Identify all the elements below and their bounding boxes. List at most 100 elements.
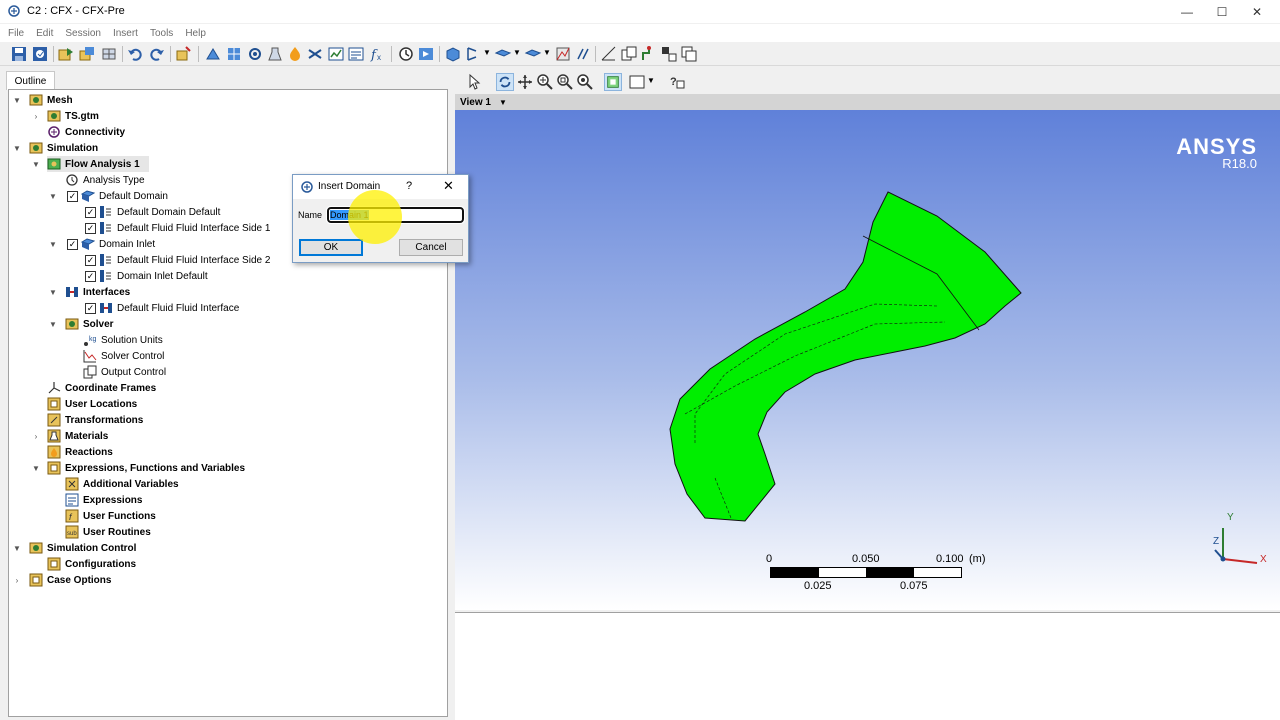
redo-icon[interactable] xyxy=(148,45,166,63)
expand-arrow-interfaces[interactable]: ▼ xyxy=(49,284,57,300)
dialog-help-button[interactable]: ? xyxy=(406,180,412,192)
isosurface-icon[interactable] xyxy=(554,45,572,63)
tree-item-output-control[interactable]: Output Control xyxy=(83,364,166,380)
tree-item-transformations[interactable]: Transformations xyxy=(47,412,143,428)
reload-mesh-icon[interactable] xyxy=(78,45,96,63)
zoom-fit-icon[interactable] xyxy=(576,73,594,91)
domain-inlet-default-checkbox[interactable]: ✓ xyxy=(85,270,96,282)
solver-control-icon[interactable] xyxy=(327,45,345,63)
tree-item-reactions[interactable]: Reactions xyxy=(47,444,113,460)
tree-item-solver[interactable]: Solver xyxy=(65,316,114,332)
transform-icon[interactable] xyxy=(640,45,658,63)
location-icon[interactable] xyxy=(444,45,462,63)
menu-tools[interactable]: Tools xyxy=(144,28,179,39)
object-dropdown-icon[interactable]: ▼ xyxy=(543,48,551,57)
3d-viewport[interactable]: View 1 ▼ ANSYS R18.0 0 0.050 0.100 (m) 0… xyxy=(455,94,1280,610)
object-icon[interactable] xyxy=(524,45,542,63)
tree-item-solver-control[interactable]: Solver Control xyxy=(83,348,164,364)
expand-arrow-flow-analysis[interactable]: ▼ xyxy=(32,156,40,172)
initialization-icon[interactable] xyxy=(286,45,304,63)
view-layout-icon[interactable] xyxy=(628,73,646,91)
tree-item-connectivity[interactable]: Connectivity xyxy=(47,124,125,140)
mesh-adaption-icon[interactable] xyxy=(600,45,618,63)
define-run-icon[interactable] xyxy=(417,45,435,63)
tree-item-analysis-type[interactable]: Analysis Type xyxy=(65,172,145,188)
default-domain-default-checkbox[interactable]: ✓ xyxy=(85,206,96,218)
save-icon[interactable] xyxy=(10,45,28,63)
tree-item-materials[interactable]: Materials xyxy=(47,428,108,444)
tree-item-mesh[interactable]: Mesh xyxy=(29,92,73,108)
tree-item-configurations[interactable]: Configurations xyxy=(47,556,136,572)
copy-icon[interactable] xyxy=(620,45,638,63)
tree-item-solution-units[interactable]: kg Solution Units xyxy=(83,332,163,348)
ffi-side1-checkbox[interactable]: ✓ xyxy=(85,222,96,234)
green-duct-geometry[interactable] xyxy=(669,191,1022,522)
line-icon[interactable] xyxy=(494,45,512,63)
tree-item-expressions[interactable]: Expressions xyxy=(65,492,142,508)
output-control-icon[interactable] xyxy=(347,45,365,63)
expand-arrow-domain-inlet[interactable]: ▼ xyxy=(49,236,57,252)
variable-icon[interactable] xyxy=(574,45,592,63)
window-tile-icon[interactable] xyxy=(680,45,698,63)
ok-button[interactable]: OK xyxy=(299,239,363,256)
tree-item-user-functions[interactable]: f User Functions xyxy=(65,508,156,524)
expand-arrow-ts-gtm[interactable]: › xyxy=(32,108,40,124)
menu-file[interactable]: File xyxy=(2,28,30,39)
menu-help[interactable]: Help xyxy=(179,28,212,39)
expand-arrow-case-options[interactable]: › xyxy=(13,572,21,588)
expand-arrow-mesh[interactable]: ▼ xyxy=(13,92,21,108)
mesh-library-icon[interactable] xyxy=(100,45,118,63)
rotate-icon[interactable] xyxy=(496,73,514,91)
geometry-canvas[interactable] xyxy=(455,94,1280,610)
expression-icon[interactable]: fx xyxy=(368,45,386,63)
expand-arrow-solver[interactable]: ▼ xyxy=(49,316,57,332)
tree-item-ts-gtm[interactable]: TS.gtm xyxy=(47,108,99,124)
plane-dropdown-icon[interactable]: ▼ xyxy=(483,48,491,57)
select-icon[interactable] xyxy=(466,73,484,91)
tree-item-domain-inlet[interactable]: ✓ Domain Inlet xyxy=(67,236,155,252)
menu-edit[interactable]: Edit xyxy=(30,28,59,39)
domain-inlet-checkbox[interactable]: ✓ xyxy=(67,238,78,250)
plane-icon[interactable] xyxy=(464,45,482,63)
insert-object-icon[interactable] xyxy=(174,45,192,63)
timer-icon[interactable] xyxy=(397,45,415,63)
cancel-button[interactable]: Cancel xyxy=(399,239,463,256)
view-layout-dropdown-icon[interactable]: ▼ xyxy=(647,76,655,85)
interface-icon[interactable] xyxy=(306,45,324,63)
expand-arrow-expressions-functions-variables[interactable]: ▼ xyxy=(32,460,40,476)
tree-item-interfaces[interactable]: Interfaces xyxy=(65,284,130,300)
tree-item-ffi[interactable]: ✓ Default Fluid Fluid Interface xyxy=(85,300,239,316)
tree-item-ffi-side1[interactable]: ✓ Default Fluid Fluid Interface Side 1 xyxy=(85,220,270,236)
line-dropdown-icon[interactable]: ▼ xyxy=(513,48,521,57)
undo-icon[interactable] xyxy=(126,45,144,63)
tree-item-default-domain[interactable]: ✓ Default Domain xyxy=(67,188,168,204)
highlight-icon[interactable] xyxy=(604,73,622,91)
boundary-icon[interactable] xyxy=(225,45,243,63)
menu-session[interactable]: Session xyxy=(59,28,107,39)
tree-item-user-locations[interactable]: User Locations xyxy=(47,396,137,412)
ffi-checkbox[interactable]: ✓ xyxy=(85,302,96,314)
default-domain-checkbox[interactable]: ✓ xyxy=(67,190,78,202)
save-as-icon[interactable] xyxy=(31,45,49,63)
domain-icon[interactable] xyxy=(204,45,222,63)
tree-item-ffi-side2[interactable]: ✓ Default Fluid Fluid Interface Side 2 xyxy=(85,252,270,268)
tree-item-user-routines[interactable]: sub User Routines xyxy=(65,524,151,540)
tree-item-domain-inlet-default[interactable]: ✓ Domain Inlet Default xyxy=(85,268,208,284)
tree-item-expressions-functions-variables[interactable]: Expressions, Functions and Variables xyxy=(47,460,245,476)
zoom-icon[interactable] xyxy=(536,73,554,91)
tree-item-simulation[interactable]: Simulation xyxy=(29,140,98,156)
tree-item-case-options[interactable]: Case Options xyxy=(29,572,111,588)
query-icon[interactable]: ? xyxy=(668,73,686,91)
tree-item-coordinate-frames[interactable]: Coordinate Frames xyxy=(47,380,156,396)
tree-item-flow-analysis[interactable]: Flow Analysis 1 xyxy=(47,156,149,172)
tab-outline[interactable]: Outline xyxy=(6,71,55,90)
pan-icon[interactable] xyxy=(516,73,534,91)
expand-arrow-simulation-control[interactable]: ▼ xyxy=(13,540,21,556)
expand-arrow-simulation[interactable]: ▼ xyxy=(13,140,21,156)
tree-item-simulation-control[interactable]: Simulation Control xyxy=(29,540,136,556)
menu-insert[interactable]: Insert xyxy=(107,28,144,39)
dialog-close-button[interactable]: ✕ xyxy=(443,178,454,194)
import-mesh-icon[interactable] xyxy=(57,45,75,63)
tree-item-default-domain-default[interactable]: ✓ Default Domain Default xyxy=(85,204,220,220)
zoom-box-icon[interactable] xyxy=(556,73,574,91)
